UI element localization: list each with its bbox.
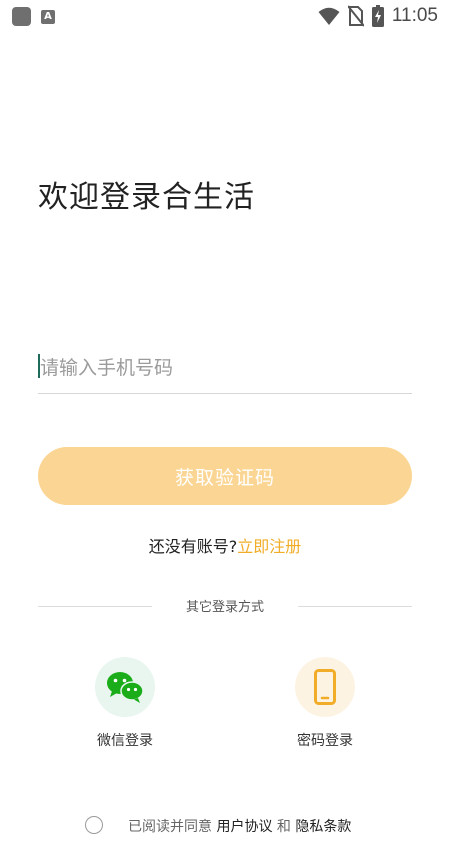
clock: 11:05 [391, 5, 438, 26]
wechat-login-button[interactable]: 微信登录 [75, 657, 175, 750]
password-login-button[interactable]: 密码登录 [275, 657, 375, 750]
privacy-link[interactable]: 隐私条款 [295, 819, 351, 835]
no-sim-icon [347, 5, 364, 27]
phone-input[interactable] [38, 346, 412, 390]
phone-icon [314, 669, 336, 705]
page-title: 欢迎登录合生活 [38, 180, 255, 215]
status-bar: A 11:05 [0, 0, 450, 34]
wechat-login-label: 微信登录 [97, 733, 153, 749]
status-bar-left: A [12, 7, 55, 26]
register-row: 还没有账号?立即注册 [0, 533, 450, 557]
status-bar-right: 11:05 [318, 5, 438, 27]
user-agreement-link[interactable]: 用户协议 [216, 819, 272, 835]
agreement-and: 和 [276, 819, 291, 835]
get-code-button[interactable]: 获取验证码 [38, 447, 412, 505]
agreement-row: 已阅读并同意 用户协议 和 隐私条款 [0, 815, 450, 835]
password-login-label: 密码登录 [297, 733, 353, 749]
other-login-divider: 其它登录方式 [38, 596, 412, 616]
phone-icon-circle [295, 657, 355, 717]
register-link[interactable]: 立即注册 [237, 537, 301, 556]
notification-square-icon [12, 7, 31, 26]
phone-field [38, 346, 412, 394]
agreement-radio[interactable] [85, 816, 103, 834]
divider-line-right [298, 606, 412, 607]
agreement-text: 已阅读并同意 用户协议 和 隐私条款 [128, 816, 351, 836]
wechat-icon [107, 672, 144, 703]
a-badge-icon: A [41, 9, 55, 24]
wifi-icon [318, 7, 340, 25]
wechat-icon-circle [95, 657, 155, 717]
register-question: 还没有账号? [148, 537, 238, 556]
agreement-prefix: 已阅读并同意 [128, 819, 212, 835]
battery-charging-icon [371, 5, 384, 27]
